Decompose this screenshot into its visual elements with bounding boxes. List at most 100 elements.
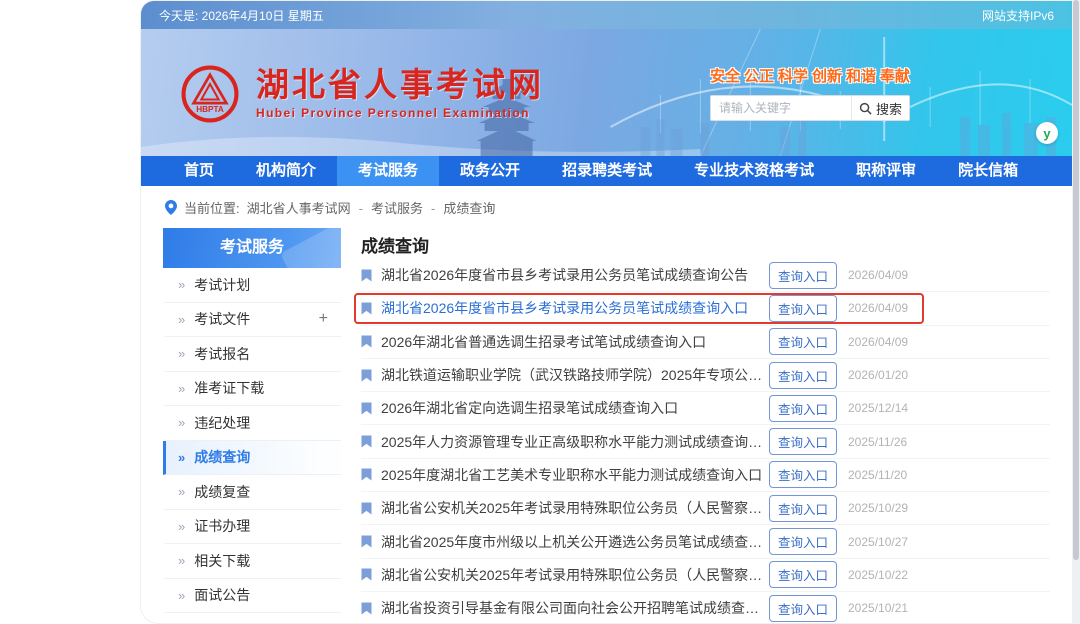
main-panel: 成绩查询 湖北省2026年度省市县乡考试录用公务员笔试成绩查询公告 查询入口 2…	[354, 228, 1050, 623]
item-title-link[interactable]: 2026年湖北省定向选调生招录笔试成绩查询入口	[381, 398, 769, 418]
breadcrumb-link[interactable]: 考试服务	[351, 198, 423, 217]
slogan-word: 和谐	[845, 68, 876, 85]
ipv6-support-label: 网站支持IPv6	[981, 8, 1054, 23]
sidebar-item-label: 考试文件	[194, 311, 251, 328]
search-button-label: 搜索	[875, 101, 902, 117]
nav-item[interactable]: 政务公开	[439, 156, 541, 186]
breadcrumb-link[interactable]: 成绩查询	[423, 198, 495, 217]
chevron-right-icon: »	[178, 587, 186, 603]
page: 今天是: 2026年4月10日 星期五 网站支持IPv6 HBPTA 湖北省人事…	[0, 0, 1080, 624]
query-entry-button[interactable]: 查询入口	[768, 294, 837, 322]
search-input[interactable]	[711, 96, 851, 120]
breadcrumb: 当前位置: 湖北省人事考试网考试服务成绩查询	[141, 186, 1072, 228]
query-entry-button[interactable]: 查询入口	[768, 261, 837, 289]
nav-item[interactable]: 招录聘类考试	[541, 156, 673, 186]
sidebar-item-label: 准考证下载	[194, 380, 265, 397]
breadcrumb-link[interactable]: 湖北省人事考试网	[247, 198, 351, 217]
item-title-link[interactable]: 湖北省2026年度省市县乡考试录用公务员笔试成绩查询入口	[381, 298, 769, 318]
nav-item[interactable]: 专业技术资格考试	[673, 156, 835, 186]
site-name: 湖北省人事考试网	[256, 65, 544, 103]
query-entry-button[interactable]: 查询入口	[768, 561, 837, 589]
nav-item[interactable]: 首页	[163, 156, 235, 186]
main-nav: 首页 机构简介 考试服务 政务公开 招录聘类考试 专业技术资格考试 职称评审 院…	[141, 156, 1072, 186]
sidebar-item[interactable]: » 准考证下载	[163, 372, 341, 406]
sidebar-item[interactable]: » 成绩复查	[163, 475, 341, 510]
nav-item[interactable]: 职称评审	[835, 156, 937, 186]
item-date: 2026/04/09	[848, 334, 909, 349]
item-date: 2025/11/26	[848, 434, 908, 449]
expand-plus-icon[interactable]: +	[319, 310, 328, 328]
chevron-right-icon: »	[178, 518, 186, 534]
item-title-link[interactable]: 湖北铁道运输职业学院（武汉铁路技师学院）2025年专项公开招聘工作人员成绩查询入…	[381, 365, 769, 385]
bookmark-icon	[361, 602, 372, 615]
query-entry-button[interactable]: 查询入口	[768, 494, 837, 522]
slogan-word: 安全	[710, 68, 741, 85]
chevron-right-icon: »	[178, 449, 186, 465]
slogan-word: 奉献	[879, 68, 910, 85]
sidebar-item[interactable]: » 面试公告	[163, 579, 341, 613]
current-date-label: 今天是: 2026年4月10日 星期五	[159, 8, 324, 23]
item-date: 2026/01/20	[848, 368, 909, 383]
search-icon	[859, 102, 872, 115]
result-list: 湖北省2026年度省市县乡考试录用公务员笔试成绩查询公告 查询入口 2026/0…	[354, 259, 1050, 623]
list-item: 湖北省公安机关2025年考试录用特殊职位公务员（人民警察）笔试成绩查询入口 查询…	[361, 492, 1050, 526]
chevron-right-icon: »	[178, 415, 186, 431]
nav-item[interactable]: 考试服务	[337, 156, 440, 186]
query-entry-button[interactable]: 查询入口	[768, 528, 837, 556]
sidebar-item[interactable]: » 证书办理	[163, 510, 341, 544]
item-title-link[interactable]: 湖北省公安机关2025年考试录用特殊职位公务员（人民警察）笔试成绩查询入口	[381, 498, 769, 518]
site-window: 今天是: 2026年4月10日 星期五 网站支持IPv6 HBPTA 湖北省人事…	[140, 0, 1072, 624]
query-entry-button[interactable]: 查询入口	[768, 428, 837, 456]
item-title-link[interactable]: 2025年人力资源管理专业正高级职称水平能力测试成绩查询入口	[381, 432, 769, 452]
list-item: 2026年湖北省定向选调生招录笔试成绩查询入口 查询入口 2025/12/14	[361, 392, 1050, 426]
item-title-link[interactable]: 2025年度湖北省工艺美术专业职称水平能力测试成绩查询入口	[381, 465, 769, 485]
accessibility-widget-icon[interactable]: y	[1036, 122, 1058, 144]
item-title-link[interactable]: 湖北省投资引导基金有限公司面向社会公开招聘笔试成绩查询公告	[381, 598, 769, 618]
sidebar-item[interactable]: » 违纪处理	[163, 406, 341, 441]
item-date: 2026/04/09	[848, 268, 909, 283]
nav-item[interactable]: 机构简介	[235, 156, 337, 186]
sidebar-item-label: 相关下载	[194, 552, 251, 569]
bookmark-icon	[361, 535, 372, 548]
item-title-link[interactable]: 湖北省2026年度省市县乡考试录用公务员笔试成绩查询公告	[381, 265, 769, 285]
list-item: 湖北省2026年度省市县乡考试录用公务员笔试成绩查询入口 查询入口 2026/0…	[354, 292, 1050, 326]
site-logo-group[interactable]: HBPTA 湖北省人事考试网 Hubei Province Personnel …	[179, 63, 544, 125]
sidebar-item-label: 违纪处理	[194, 414, 251, 431]
sidebar-item[interactable]: » 成绩查询	[163, 440, 341, 475]
query-entry-button[interactable]: 查询入口	[768, 328, 837, 356]
chevron-right-icon: »	[178, 484, 186, 500]
slogan-word: 公正	[743, 68, 774, 85]
sidebar-item-label: 成绩查询	[194, 449, 251, 466]
slogan: 安全 公正 科学 创新 和谐 奉献	[710, 65, 910, 86]
item-date: 2025/10/29	[848, 501, 909, 516]
list-item: 湖北铁道运输职业学院（武汉铁路技师学院）2025年专项公开招聘工作人员成绩查询入…	[361, 359, 1050, 393]
nav-item[interactable]: 院长信箱	[937, 156, 1039, 186]
item-date: 2025/11/20	[848, 467, 908, 482]
bookmark-icon	[361, 269, 372, 282]
sidebar-item[interactable]: » 相关下载	[163, 544, 341, 579]
item-title-link[interactable]: 湖北省公安机关2025年考试录用特殊职位公务员（人民警察）专业技能测试成绩查询入…	[381, 565, 769, 585]
sidebar-title: 考试服务	[163, 228, 341, 268]
bookmark-icon	[361, 302, 372, 315]
item-title-link[interactable]: 2026年湖北省普通选调生招录考试笔试成绩查询入口	[381, 332, 769, 352]
site-search: 搜索	[710, 95, 910, 121]
list-item: 湖北省2026年度省市县乡考试录用公务员笔试成绩查询公告 查询入口 2026/0…	[361, 259, 1050, 293]
chevron-right-icon: »	[178, 553, 186, 569]
sidebar-item[interactable]: » 考试报名	[163, 337, 341, 372]
browser-scrollbar[interactable]	[1072, 0, 1080, 624]
query-entry-button[interactable]: 查询入口	[768, 394, 837, 422]
chevron-right-icon: »	[178, 311, 186, 327]
bookmark-icon	[361, 335, 372, 348]
top-utility-bar: 今天是: 2026年4月10日 星期五 网站支持IPv6	[141, 1, 1072, 29]
scrollbar-thumb[interactable]	[1073, 0, 1079, 560]
sidebar: 考试服务 » 考试计划 » 考试文件 + » 考试报名 » 准考证下载 » 违纪…	[163, 228, 341, 613]
item-title-link[interactable]: 湖北省2025年度市州级以上机关公开遴选公务员笔试成绩查询入口	[381, 532, 769, 552]
query-entry-button[interactable]: 查询入口	[768, 461, 837, 489]
bookmark-icon	[361, 468, 372, 481]
query-entry-button[interactable]: 查询入口	[768, 594, 837, 622]
sidebar-item[interactable]: » 考试文件 +	[163, 303, 341, 337]
search-button[interactable]: 搜索	[851, 96, 909, 120]
query-entry-button[interactable]: 查询入口	[768, 361, 837, 389]
sidebar-item[interactable]: » 考试计划	[163, 268, 341, 303]
slogan-word: 科学	[777, 68, 808, 85]
